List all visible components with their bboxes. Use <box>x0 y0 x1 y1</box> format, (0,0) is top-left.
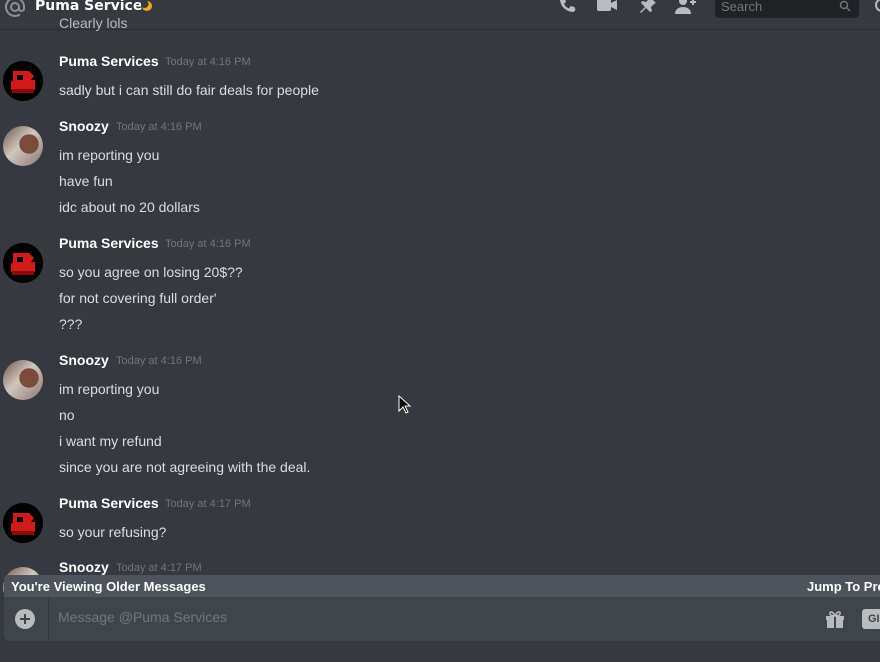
timestamp: Today at 4:16 PM <box>116 355 202 367</box>
message-text: for not covering full order' <box>59 290 217 306</box>
timestamp: Today at 4:16 PM <box>165 238 251 250</box>
message-text: im reporting you <box>59 147 160 163</box>
older-messages-text: You're Viewing Older Messages <box>11 579 206 594</box>
add-member-icon[interactable] <box>674 0 696 16</box>
message-text: so you agree on losing 20$?? <box>59 264 243 280</box>
add-attachment-button[interactable] <box>15 609 35 629</box>
puma-logo-icon <box>3 503 43 543</box>
mouse-cursor-icon <box>398 395 412 414</box>
puma-logo-icon <box>3 243 43 283</box>
channel-header: Puma Services Search <box>0 0 880 30</box>
composer-divider <box>48 597 49 641</box>
avatar[interactable] <box>3 61 43 101</box>
puma-logo-icon <box>3 61 43 101</box>
search-icon <box>839 0 851 12</box>
message-text: no <box>59 407 75 423</box>
message-input[interactable]: Message @Puma Services <box>58 609 227 625</box>
username[interactable]: Snoozy <box>59 118 109 134</box>
avatar[interactable] <box>3 360 43 400</box>
search-input[interactable]: Search <box>715 0 859 18</box>
moon-icon <box>141 0 152 11</box>
phone-icon[interactable] <box>556 0 578 16</box>
video-icon[interactable] <box>596 0 618 16</box>
search-placeholder: Search <box>721 0 763 14</box>
timestamp: Today at 4:17 PM <box>165 498 251 510</box>
message-text: since you are not agreeing with the deal… <box>59 459 311 475</box>
username[interactable]: Snoozy <box>59 559 109 575</box>
avatar[interactable] <box>3 243 43 283</box>
message-composer: Message @Puma Services GIF <box>4 597 880 641</box>
jump-to-present-button[interactable]: Jump To Present <box>807 579 880 594</box>
partial-message-text: Clearly lols <box>59 15 128 31</box>
message-text: idc about no 20 dollars <box>59 199 200 215</box>
username[interactable]: Snoozy <box>59 352 109 368</box>
channel-title: Puma Services <box>35 0 151 14</box>
message-text: sadly but i can still do fair deals for … <box>59 82 319 98</box>
message-text: i want my refund <box>59 433 162 449</box>
pin-icon[interactable] <box>636 0 658 16</box>
gif-button[interactable]: GIF <box>862 609 880 629</box>
message-text: have fun <box>59 173 113 189</box>
inbox-icon[interactable] <box>872 0 880 15</box>
at-icon <box>5 0 26 17</box>
timestamp: Today at 4:16 PM <box>165 56 251 68</box>
message-text: so your refusing? <box>59 524 167 540</box>
message-text: ??? <box>59 316 83 332</box>
username[interactable]: Puma Services <box>59 495 159 511</box>
username[interactable]: Puma Services <box>59 235 159 251</box>
avatar[interactable] <box>3 503 43 543</box>
message-text: im reporting you <box>59 381 160 397</box>
timestamp: Today at 4:16 PM <box>116 121 202 133</box>
avatar[interactable] <box>3 126 43 166</box>
gift-icon[interactable] <box>824 608 846 630</box>
older-messages-bar: You're Viewing Older Messages Jump To Pr… <box>4 575 880 597</box>
timestamp: Today at 4:17 PM <box>116 562 202 574</box>
username[interactable]: Puma Services <box>59 53 159 69</box>
